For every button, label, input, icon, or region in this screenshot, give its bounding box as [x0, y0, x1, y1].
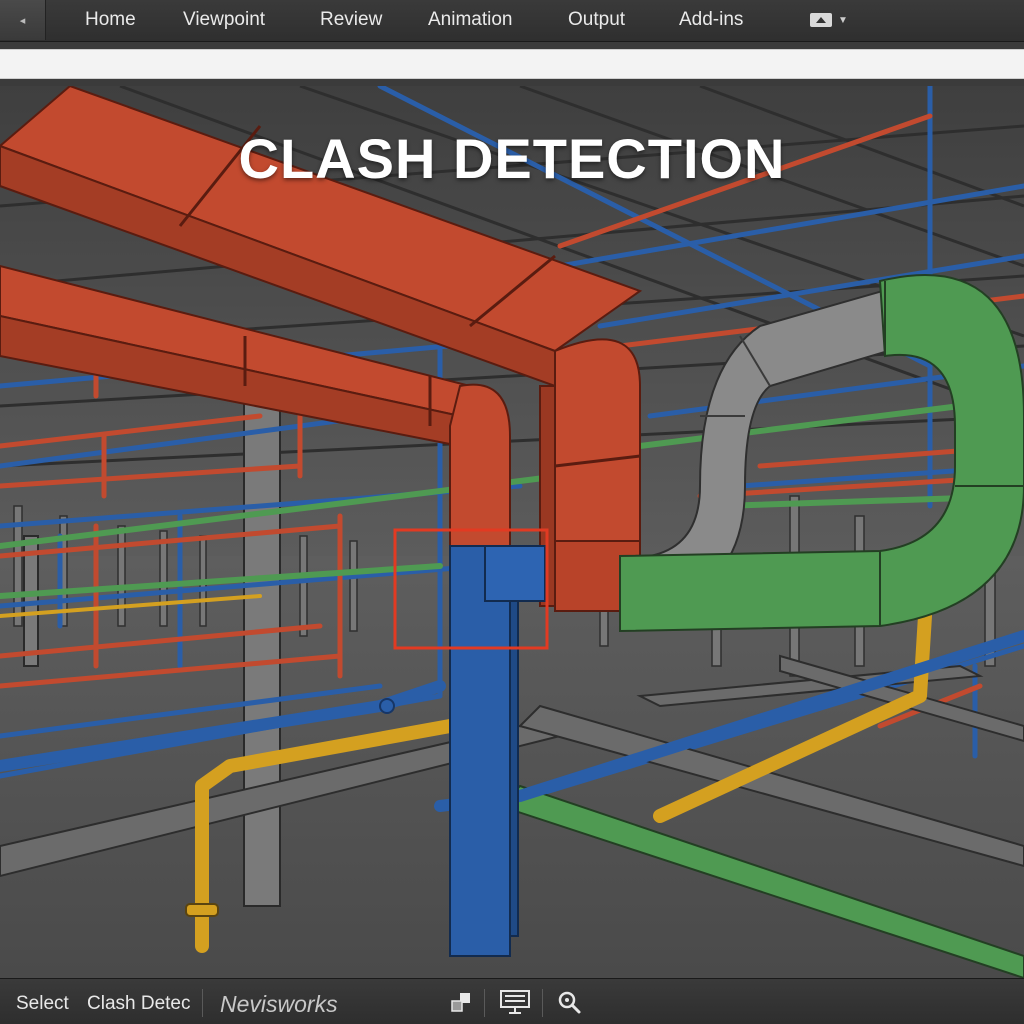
ribbon-tab-bar: ◂ Home Viewpoint Review Animation Output… [0, 0, 1024, 42]
tab-add-ins[interactable]: Add-ins [679, 9, 743, 31]
ribbon-minimize-icon [810, 13, 832, 27]
chevron-left-icon: ◂ [19, 14, 26, 27]
status-divider [484, 989, 485, 1017]
clash-detective-tool[interactable]: Clash Detec [87, 993, 197, 1015]
zoom-icon[interactable] [554, 989, 584, 1015]
model-viewport[interactable]: CLASH DETECTION [0, 86, 1024, 978]
status-bar: Select Clash Detec Nevisworks [0, 978, 1024, 1024]
tab-output[interactable]: Output [568, 9, 625, 31]
section-icon[interactable] [446, 989, 476, 1015]
status-divider [202, 989, 203, 1017]
presentation-icon[interactable] [500, 989, 530, 1015]
tab-animation[interactable]: Animation [428, 9, 513, 31]
ribbon-minimize-button[interactable]: ▼ [810, 11, 856, 29]
ribbon-panel [0, 42, 1024, 86]
ribbon-panel-bar [0, 49, 1024, 79]
tab-home[interactable]: Home [85, 9, 136, 31]
mep-model-render [0, 86, 1024, 978]
viewport-title: CLASH DETECTION [238, 127, 786, 190]
tab-review[interactable]: Review [320, 9, 382, 31]
select-tool[interactable]: Select [16, 993, 69, 1015]
status-divider [542, 989, 543, 1017]
app-brand: Nevisworks [220, 991, 338, 1017]
dropdown-caret-icon: ▼ [838, 14, 848, 26]
collapse-panel-button[interactable]: ◂ [0, 0, 46, 40]
tab-viewpoint[interactable]: Viewpoint [183, 9, 265, 31]
